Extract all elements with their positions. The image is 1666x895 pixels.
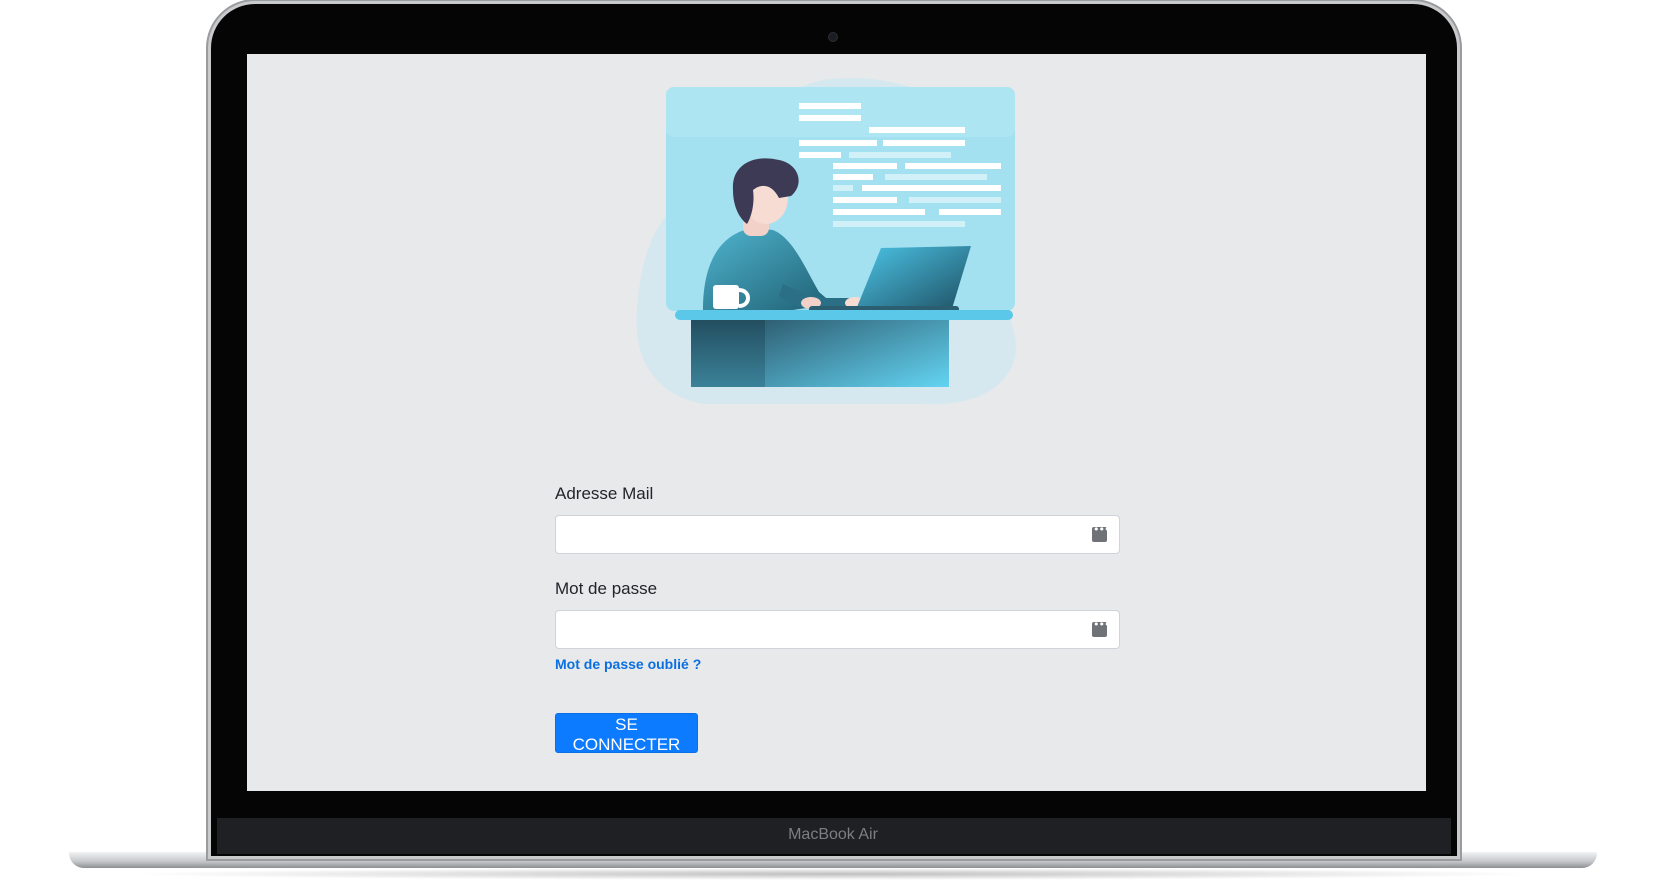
stage: MacBook Air Adresse Mail ••• Mot de pass… [0, 0, 1666, 895]
password-label: Mot de passe [555, 579, 658, 598]
camera-icon [829, 33, 837, 41]
email-group: Adresse Mail [555, 484, 1120, 554]
password-field[interactable] [556, 611, 1119, 648]
email-field[interactable] [556, 516, 1119, 553]
device-label: MacBook Air [788, 826, 878, 843]
password-manager-icon[interactable] [1092, 618, 1109, 637]
email-label: Adresse Mail [555, 484, 654, 503]
email-field-wrapper [555, 515, 1120, 554]
password-manager-icon[interactable] [1092, 523, 1109, 542]
app-screen: Adresse Mail Mot de passe Mot de passe o… [247, 54, 1426, 791]
forgot-password-link[interactable]: Mot de passe oublié ? [555, 656, 701, 672]
laptop-base-shadow [120, 868, 1546, 880]
password-field-wrapper [555, 610, 1120, 649]
person-at-laptop-illustration [636, 78, 1016, 405]
password-group: Mot de passe Mot de passe oublié ? [555, 579, 1120, 674]
login-form: Adresse Mail Mot de passe Mot de passe o… [555, 484, 1120, 754]
login-button[interactable]: SE CONNECTER [555, 713, 698, 754]
